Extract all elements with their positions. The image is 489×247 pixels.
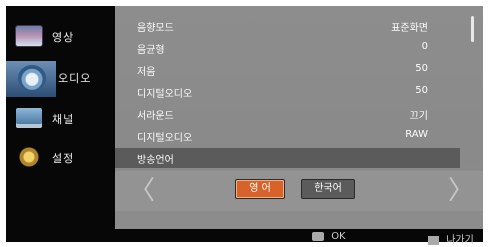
language-option-korean[interactable]: 한국어: [301, 179, 355, 199]
row-label: 음향모드: [137, 23, 174, 34]
channel-icon: [16, 108, 42, 128]
chevron-left-icon[interactable]: 〈: [129, 177, 155, 205]
sidebar: 영상 오디오 채널 설정: [6, 6, 115, 229]
chevron-right-icon[interactable]: 〉: [448, 177, 474, 205]
footer-ok: OK: [312, 231, 346, 242]
language-selector: 〈 영 어 한국어 〉: [115, 171, 483, 211]
row-value: RAW: [405, 129, 428, 140]
sidebar-item-label: 영상: [52, 31, 75, 44]
row-label: 디지털오디오: [137, 89, 193, 100]
row-label: 음균형: [137, 45, 165, 56]
sidebar-item-audio[interactable]: 오디오: [6, 61, 115, 97]
language-option-english[interactable]: 영 어: [235, 179, 285, 199]
menu-row-bass[interactable]: 저음 50: [115, 60, 460, 80]
scrollbar[interactable]: [471, 16, 474, 42]
sidebar-item-settings[interactable]: 설정: [6, 141, 115, 177]
picture-icon: [16, 26, 42, 46]
footer-help-bar: OK 나가기: [6, 229, 483, 246]
menu-row-sound-mode[interactable]: 음향모드 표준화면: [115, 16, 460, 36]
row-value: 50: [415, 63, 428, 74]
back-button-icon: [428, 235, 439, 245]
audio-settings-panel: 음향모드 표준화면 음균형 0 저음 50 디지털오디오 50 서라운드 끄기 …: [115, 6, 483, 229]
audio-icon: [18, 65, 46, 91]
menu-row-digital-audio-output[interactable]: 디지털오디오 RAW: [115, 126, 460, 146]
row-label: 저음: [137, 67, 156, 78]
settings-icon: [16, 147, 42, 167]
row-label: 방송언어: [137, 155, 174, 166]
row-value: 끄기: [409, 111, 428, 122]
footer-ok-label: OK: [331, 231, 346, 242]
row-label: 디지털오디오: [137, 133, 193, 144]
footer-back: 나가기: [428, 231, 474, 246]
menu-row-broadcast-language[interactable]: 방송언어: [115, 148, 460, 168]
sidebar-item-label: 채널: [52, 113, 75, 126]
footer-back-label: 나가기: [446, 235, 474, 246]
sidebar-item-label: 설정: [52, 152, 75, 165]
menu-row-digital-audio-level[interactable]: 디지털오디오 50: [115, 82, 460, 102]
sidebar-item-label: 오디오: [58, 72, 92, 85]
row-value: 50: [415, 85, 428, 96]
sidebar-item-picture[interactable]: 영상: [6, 20, 115, 56]
ok-button-icon: [312, 231, 324, 241]
row-label: 서라운드: [137, 111, 174, 122]
menu-row-balance[interactable]: 음균형 0: [115, 38, 460, 58]
row-value: 표준화면: [391, 23, 428, 34]
row-value: 0: [421, 41, 428, 52]
sidebar-item-channel[interactable]: 채널: [6, 102, 115, 138]
menu-row-surround[interactable]: 서라운드 끄기: [115, 104, 460, 124]
